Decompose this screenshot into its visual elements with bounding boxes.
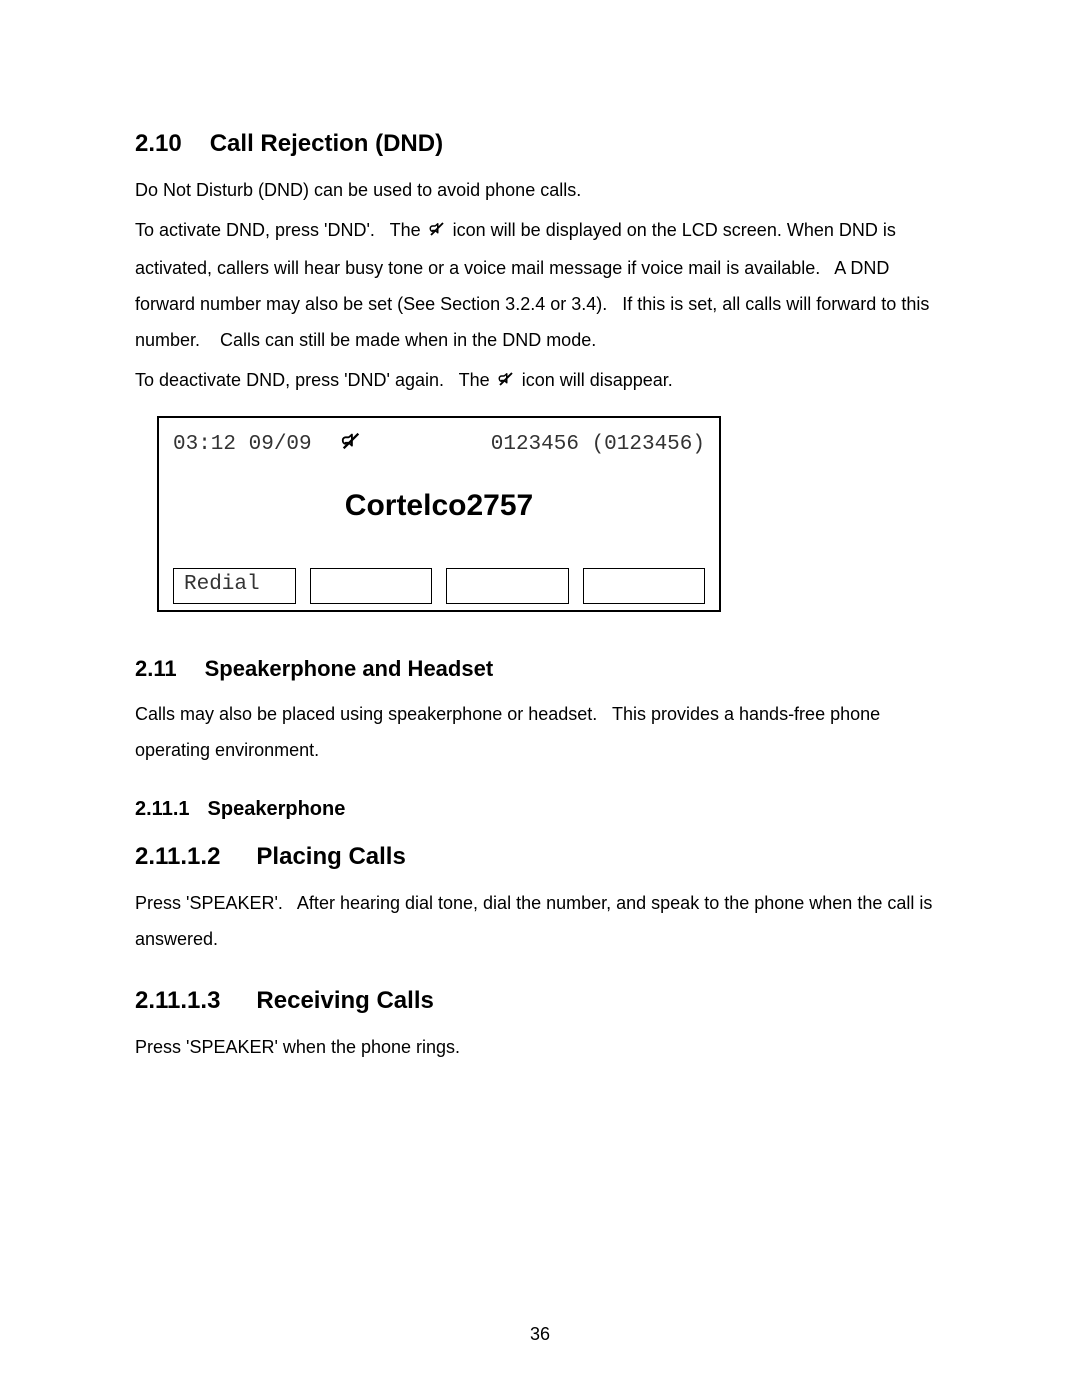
paragraph: To activate DND, press 'DND'. The icon w… bbox=[135, 212, 945, 358]
lcd-softkey bbox=[583, 568, 706, 604]
lcd-softkey-row: Redial bbox=[173, 568, 705, 604]
lcd-top-left: 03:12 09/09 bbox=[173, 430, 362, 459]
text-fragment: To deactivate DND, press 'DND' again. Th… bbox=[135, 370, 495, 390]
heading-2.11.1.2: 2.11.1.2 Placing Calls bbox=[135, 843, 945, 871]
lcd-softkey bbox=[446, 568, 569, 604]
document-page: 2.10 Call Rejection (DND) Do Not Disturb … bbox=[0, 0, 1080, 1397]
heading-text: Speakerphone bbox=[208, 798, 346, 820]
paragraph: Press 'SPEAKER' when the phone rings. bbox=[135, 1029, 945, 1065]
heading-number: 2.11.1 bbox=[135, 798, 190, 821]
heading-number: 2.11.1.2 bbox=[135, 843, 220, 871]
lcd-title: Cortelco2757 bbox=[159, 489, 719, 523]
lcd-number: 0123456 (0123456) bbox=[491, 433, 705, 456]
heading-text: Speakerphone and Headset bbox=[205, 656, 494, 681]
lcd-screen-figure: 03:12 09/09 0123456 (0123456) Cortelco27… bbox=[157, 416, 721, 612]
text-fragment: To activate DND, press 'DND'. The bbox=[135, 220, 426, 240]
dnd-icon bbox=[340, 430, 362, 459]
heading-text: Placing Calls bbox=[256, 843, 405, 870]
paragraph: Calls may also be placed using speakerph… bbox=[135, 696, 945, 768]
heading-number: 2.10 bbox=[135, 130, 182, 158]
heading-text: Receiving Calls bbox=[256, 987, 433, 1014]
paragraph: Press 'SPEAKER'. After hearing dial tone… bbox=[135, 885, 945, 957]
lcd-softkey: Redial bbox=[173, 568, 296, 604]
lcd-softkey bbox=[310, 568, 433, 604]
heading-2.11.1.3: 2.11.1.3 Receiving Calls bbox=[135, 987, 945, 1015]
heading-number: 2.11 bbox=[135, 656, 177, 682]
heading-2.11: 2.11 Speakerphone and Headset bbox=[135, 656, 945, 682]
heading-2.11.1: 2.11.1 Speakerphone bbox=[135, 798, 945, 821]
dnd-icon bbox=[428, 214, 446, 250]
page-number: 36 bbox=[0, 1324, 1080, 1345]
text-fragment: icon will disappear. bbox=[522, 370, 673, 390]
heading-text: Call Rejection (DND) bbox=[210, 130, 443, 157]
heading-number: 2.11.1.3 bbox=[135, 987, 220, 1015]
paragraph: To deactivate DND, press 'DND' again. Th… bbox=[135, 362, 945, 400]
heading-2.10: 2.10 Call Rejection (DND) bbox=[135, 130, 945, 158]
paragraph: Do Not Disturb (DND) can be used to avoi… bbox=[135, 172, 945, 208]
lcd-time-date: 03:12 09/09 bbox=[173, 433, 312, 456]
dnd-icon bbox=[497, 364, 515, 400]
lcd-top-row: 03:12 09/09 0123456 (0123456) bbox=[159, 418, 719, 459]
